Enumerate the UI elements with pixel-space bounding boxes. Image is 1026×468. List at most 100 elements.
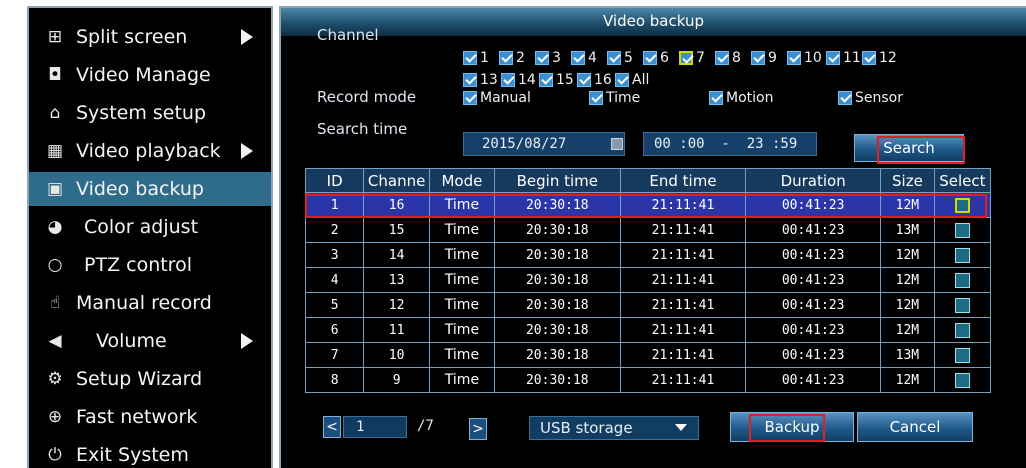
table-row[interactable]: 8 9 Time 20:30:18 21:11:41 00:41:23 12M: [304, 367, 992, 393]
menu-item-fast-network[interactable]: ⊕ Fast network: [29, 400, 271, 434]
hand-icon: ☝: [49, 293, 61, 313]
channel-checkbox[interactable]: 10: [787, 50, 822, 66]
menu-item-split-screen[interactable]: ⊞ Split screen: [29, 20, 271, 54]
checkbox-icon: [643, 51, 657, 65]
channel-checkbox[interactable]: 13: [463, 72, 498, 88]
table-row[interactable]: 3 14 Time 20:30:18 21:11:41 00:41:23 12M: [304, 242, 992, 268]
menu-item-ptz-control[interactable]: ○ PTZ control: [29, 248, 271, 282]
channel-checkbox[interactable]: 3: [535, 50, 561, 66]
table-cell: 12M: [879, 267, 935, 293]
menu-item-color-adjust[interactable]: ◕ Color adjust: [29, 210, 271, 244]
house-icon: ⌂: [49, 103, 61, 123]
menu-item-manual-record[interactable]: ☝ Manual record: [29, 286, 271, 320]
mode-checkbox-manual[interactable]: Manual: [463, 90, 531, 106]
table-cell: 21:11:41: [619, 267, 747, 293]
table-cell: 00:41:23: [745, 317, 881, 343]
table-cell: 13: [363, 267, 430, 293]
select-checkbox[interactable]: [954, 222, 970, 238]
table-cell: 21:11:41: [619, 342, 747, 368]
menu-item-label: Video Manage: [76, 64, 211, 86]
channel-checkbox[interactable]: 6: [643, 50, 669, 66]
table-row[interactable]: 7 10 Time 20:30:18 21:11:41 00:41:23 13M: [304, 342, 992, 368]
checkbox-icon: [539, 73, 553, 87]
select-checkbox[interactable]: [954, 322, 970, 338]
select-cell[interactable]: [933, 292, 992, 318]
channel-checkbox[interactable]: 1: [463, 50, 489, 66]
cancel-button[interactable]: Cancel: [857, 412, 973, 442]
channel-checkbox[interactable]: 11: [826, 50, 861, 66]
select-cell[interactable]: [933, 217, 992, 243]
select-checkbox[interactable]: [954, 347, 970, 363]
table-cell: 20:30:18: [493, 342, 621, 368]
prev-page-button[interactable]: <: [323, 416, 341, 438]
channel-checkbox[interactable]: 14: [501, 72, 536, 88]
table-cell: 00:41:23: [745, 367, 881, 393]
menu-item-label: Manual record: [76, 292, 212, 314]
next-page-button[interactable]: >: [469, 418, 487, 440]
checkbox-label: 7: [696, 50, 705, 66]
select-cell[interactable]: [933, 317, 992, 343]
menu-item-volume[interactable]: ◀ Volume: [29, 324, 271, 358]
menu-item-video-manage[interactable]: ◘ Video Manage: [29, 58, 271, 92]
menu-item-exit-system[interactable]: ⏻ Exit System: [29, 438, 271, 468]
channel-checkbox[interactable]: 12: [862, 50, 897, 66]
time-range-field[interactable]: 00 :00 - 23 :59: [643, 132, 817, 156]
table-cell: 21:11:41: [619, 242, 747, 268]
table-cell: 13M: [879, 217, 935, 243]
checkbox-icon: [571, 51, 585, 65]
channel-checkbox[interactable]: 8: [715, 50, 741, 66]
page-number-field[interactable]: 1: [343, 416, 407, 438]
checkbox-icon: [838, 91, 852, 105]
table-row[interactable]: 2 15 Time 20:30:18 21:11:41 00:41:23 13M: [304, 217, 992, 243]
table-cell: 12M: [879, 292, 935, 318]
select-cell[interactable]: [933, 267, 992, 293]
checkbox-icon: [577, 73, 591, 87]
menu-item-system-setup[interactable]: ⌂ System setup: [29, 96, 271, 130]
channel-checkbox[interactable]: 7: [679, 50, 705, 66]
mode-checkbox-motion[interactable]: Motion: [709, 90, 773, 106]
channel-checkbox[interactable]: 9: [751, 50, 777, 66]
storage-select[interactable]: USB storage: [529, 416, 699, 440]
grid-icon: ⊞: [47, 27, 63, 47]
record-mode-label: Record mode: [317, 88, 417, 106]
select-checkbox[interactable]: [954, 247, 970, 263]
table-cell: Time: [428, 267, 495, 293]
ptz-icon: ○: [47, 255, 63, 275]
menu-item-label: PTZ control: [84, 254, 192, 276]
channel-checkbox[interactable]: All: [615, 72, 649, 88]
select-checkbox[interactable]: [954, 372, 970, 388]
channel-checkbox[interactable]: 4: [571, 50, 597, 66]
table-cell: 14: [363, 242, 430, 268]
calendar-icon[interactable]: [611, 138, 623, 150]
select-cell[interactable]: [933, 342, 992, 368]
table-row[interactable]: 4 13 Time 20:30:18 21:11:41 00:41:23 12M: [304, 267, 992, 293]
table-cell: 8: [304, 367, 365, 393]
table-cell: 21:11:41: [619, 292, 747, 318]
menu-item-label: Split screen: [76, 26, 188, 48]
mode-checkbox-time[interactable]: Time: [589, 90, 640, 106]
mode-checkbox-sensor[interactable]: Sensor: [838, 90, 903, 106]
checkbox-label: 12: [879, 50, 897, 66]
select-cell[interactable]: [933, 242, 992, 268]
checkbox-label: Sensor: [855, 90, 903, 106]
select-checkbox[interactable]: [954, 272, 970, 288]
menu-item-setup-wizard[interactable]: ⚙ Setup Wizard: [29, 362, 271, 396]
time-range-value: 00 :00 - 23 :59: [654, 136, 798, 152]
menu-item-video-playback[interactable]: ▦ Video playback: [29, 134, 271, 168]
date-field[interactable]: 2015/08/27: [463, 132, 625, 156]
checkbox-icon: [615, 73, 629, 87]
channel-checkbox[interactable]: 15: [539, 72, 574, 88]
channel-checkbox[interactable]: 5: [607, 50, 633, 66]
table-cell: Time: [428, 317, 495, 343]
column-header: Channe: [363, 168, 430, 193]
table-row[interactable]: 6 11 Time 20:30:18 21:11:41 00:41:23 12M: [304, 317, 992, 343]
channel-checkbox[interactable]: 2: [499, 50, 525, 66]
table-row[interactable]: 5 12 Time 20:30:18 21:11:41 00:41:23 12M: [304, 292, 992, 318]
checkbox-label: 15: [556, 72, 574, 88]
menu-item-video-backup[interactable]: ▣ Video backup: [29, 172, 271, 206]
channel-checkbox[interactable]: 16: [577, 72, 612, 88]
select-cell[interactable]: [933, 367, 992, 393]
column-header: End time: [619, 168, 747, 193]
select-checkbox[interactable]: [954, 297, 970, 313]
checkbox-label: All: [632, 72, 650, 88]
